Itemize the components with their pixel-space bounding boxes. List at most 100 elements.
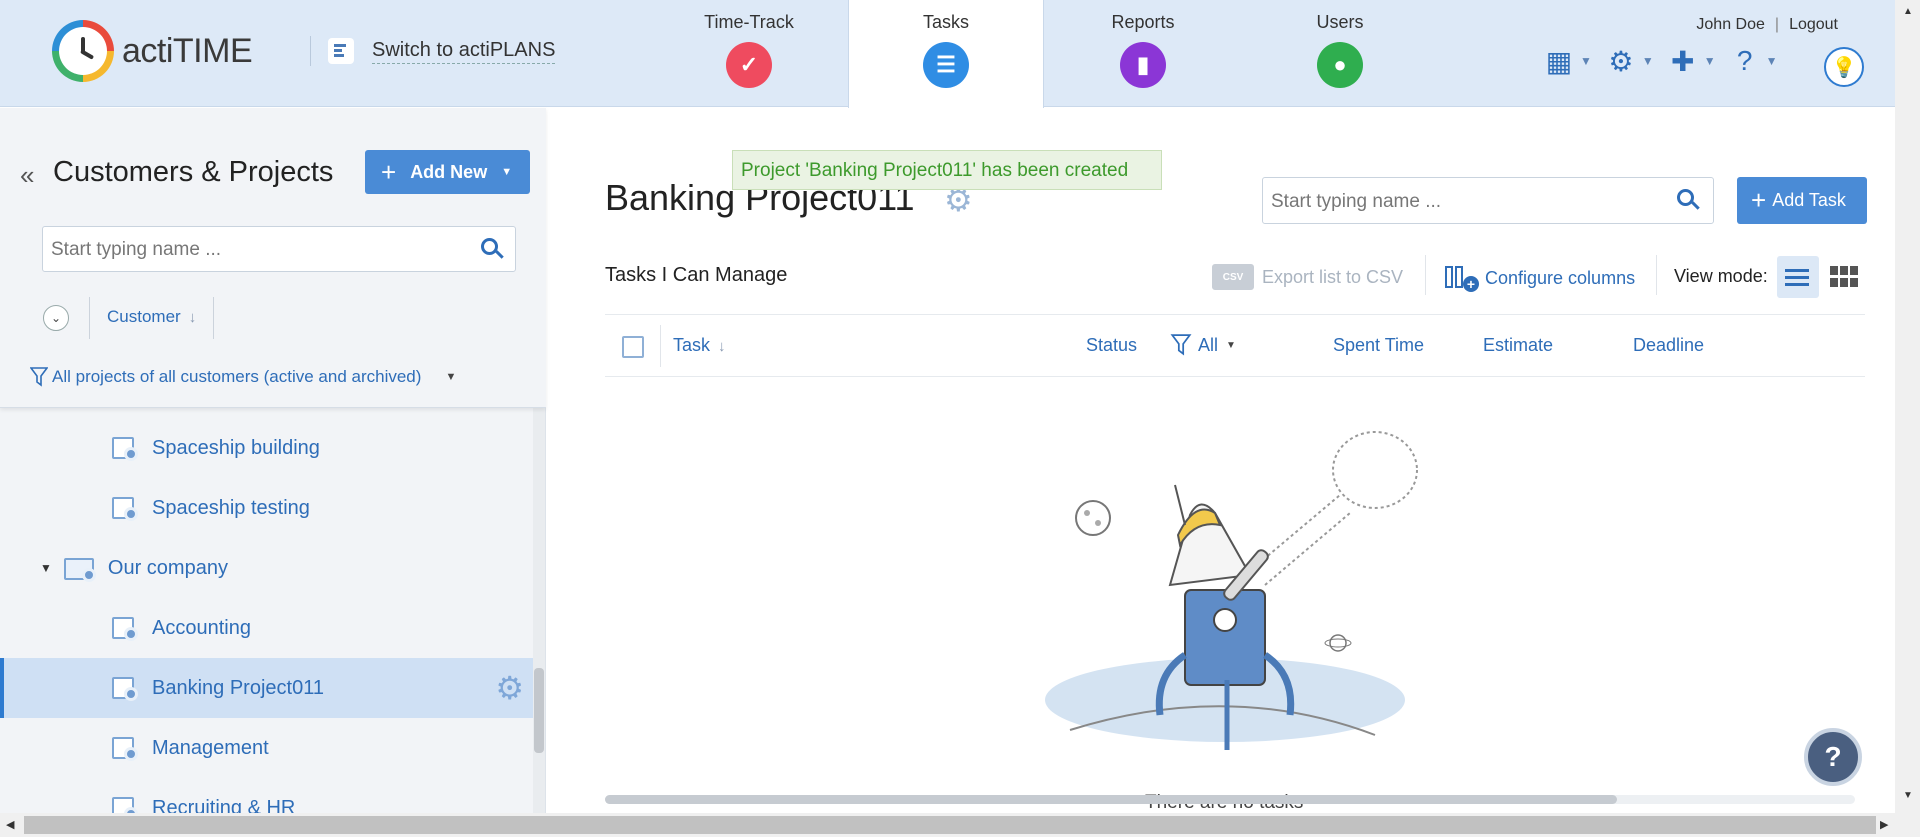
tab-label: Tasks xyxy=(922,12,969,32)
view-mode-label: View mode: xyxy=(1674,266,1768,286)
toolbar-divider xyxy=(1425,255,1426,295)
tree-item-project[interactable]: Recruiting & HR xyxy=(0,778,534,813)
tree-scrollbar[interactable] xyxy=(533,408,545,813)
chevron-down-icon: ▼ xyxy=(1765,54,1778,68)
task-column-header[interactable]: Task ↓ xyxy=(673,335,726,356)
customer-project-tree: Spaceship building Spaceship testing ▼ O… xyxy=(0,408,534,813)
calendar-menu[interactable]: ▦ ▼ xyxy=(1544,46,1592,77)
puzzle-icon: ✚ xyxy=(1671,45,1695,77)
logout-link[interactable]: Logout xyxy=(1789,16,1838,33)
customer-sort-header[interactable]: Customer ↓ xyxy=(107,307,196,327)
scroll-right-arrow-icon[interactable]: ▶ xyxy=(1880,818,1888,831)
search-icon[interactable] xyxy=(1677,189,1700,211)
scroll-left-arrow-icon[interactable]: ◀ xyxy=(6,818,14,831)
customer-folder-icon xyxy=(63,554,98,582)
export-label: Export list to CSV xyxy=(1262,266,1404,287)
search-icon[interactable] xyxy=(481,238,504,260)
list-view-icon[interactable] xyxy=(1777,256,1819,298)
actiplans-icon xyxy=(328,38,354,64)
help-menu[interactable]: ? ▼ xyxy=(1730,45,1778,76)
search-placeholder: Start typing name ... xyxy=(51,239,222,260)
spent-time-column-header[interactable]: Spent Time xyxy=(1333,335,1424,356)
filter-icon xyxy=(30,367,48,387)
settings-menu[interactable]: ⚙ ▼ xyxy=(1606,46,1654,77)
grid-view-icon[interactable] xyxy=(1830,266,1858,288)
customer-search-input[interactable]: Start typing name ... xyxy=(42,226,516,272)
project-filter[interactable]: All projects of all customers (active an… xyxy=(30,366,456,388)
tree-item-project[interactable]: Spaceship building xyxy=(0,418,534,478)
project-label: Management xyxy=(152,736,269,759)
chevron-down-icon: ▼ xyxy=(1226,339,1236,351)
floating-help-button[interactable]: ? xyxy=(1804,728,1862,786)
sort-arrow-icon: ↓ xyxy=(718,338,726,355)
search-placeholder: Start typing name ... xyxy=(1271,191,1442,212)
scrollbar-thumb[interactable] xyxy=(24,816,1876,834)
success-notification: Project 'Banking Project011' has been cr… xyxy=(732,150,1162,190)
panel-title: Customers & Projects xyxy=(53,156,334,188)
window-vertical-scrollbar[interactable]: ▲ ▼ xyxy=(1895,0,1920,813)
customer-label: Our company xyxy=(107,556,228,579)
expand-all-button[interactable]: ⌄ xyxy=(43,305,69,331)
column-divider xyxy=(89,297,90,339)
project-icon xyxy=(112,735,138,761)
status-filter-dropdown[interactable]: All ▼ xyxy=(1170,333,1236,357)
export-csv-button[interactable]: CSV Export list to CSV xyxy=(1212,264,1403,290)
customer-column-label: Customer xyxy=(107,307,181,326)
caret-down-icon[interactable]: ▼ xyxy=(40,561,52,575)
tab-tasks[interactable]: Tasks ☰ xyxy=(848,0,1044,108)
columns-add-icon: + xyxy=(1445,264,1479,292)
tab-users[interactable]: Users ● xyxy=(1242,0,1438,107)
select-all-checkbox[interactable] xyxy=(622,336,644,358)
project-icon xyxy=(112,435,138,461)
addons-menu[interactable]: ✚ ▼ xyxy=(1668,45,1716,77)
tree-item-project-selected[interactable]: Banking Project011 ⚙ xyxy=(0,658,534,718)
user-area: John Doe | Logout xyxy=(1696,16,1838,34)
toolbar-divider xyxy=(1656,255,1657,295)
top-header: actiTIME Switch to actiPLANS Time-Track … xyxy=(0,0,1895,108)
deadline-column-header[interactable]: Deadline xyxy=(1633,335,1704,356)
tree-item-customer[interactable]: ▼ Our company xyxy=(0,538,534,598)
scrollbar-thumb[interactable] xyxy=(605,795,1617,804)
chevron-down-icon: ▼ xyxy=(1641,54,1654,68)
project-label: Recruiting & HR xyxy=(152,796,296,814)
user-name[interactable]: John Doe xyxy=(1696,16,1765,33)
scroll-up-arrow-icon[interactable]: ▲ xyxy=(1903,6,1913,17)
tab-time-track[interactable]: Time-Track ✓ xyxy=(651,0,847,107)
status-column-header[interactable]: Status xyxy=(1086,335,1137,356)
add-task-label: Add Task xyxy=(1772,190,1846,210)
task-search-input[interactable]: Start typing name ... xyxy=(1262,177,1714,224)
chevron-down-icon: ▼ xyxy=(1703,54,1716,68)
configure-label: Configure columns xyxy=(1485,267,1636,288)
tasks-table-header: Task ↓ Status All ▼ Spent Time Estimate D… xyxy=(605,314,1865,377)
switch-to-actiplans-link[interactable]: Switch to actiPLANS xyxy=(328,38,556,64)
add-task-button[interactable]: + Add Task xyxy=(1737,177,1867,224)
project-label: Spaceship building xyxy=(152,436,320,459)
lightbulb-icon[interactable]: 💡 xyxy=(1824,47,1864,87)
actitime-logo[interactable]: actiTIME xyxy=(52,20,253,82)
project-label: Accounting xyxy=(152,616,251,639)
estimate-column-header[interactable]: Estimate xyxy=(1483,335,1553,356)
filter-label: All projects of all customers (active an… xyxy=(52,367,422,386)
tab-reports[interactable]: Reports ▮ xyxy=(1045,0,1241,107)
tab-label: Reports xyxy=(1111,12,1175,32)
project-icon xyxy=(112,795,138,813)
header-divider xyxy=(310,36,311,66)
project-icon xyxy=(112,495,138,521)
collapse-panel-icon[interactable]: « xyxy=(20,160,34,191)
tree-item-project[interactable]: Management xyxy=(0,718,534,778)
tree-item-project[interactable]: Accounting xyxy=(0,598,534,658)
plus-icon: + xyxy=(1751,185,1767,215)
tasks-section-label: Tasks I Can Manage xyxy=(605,264,788,286)
scroll-down-arrow-icon[interactable]: ▼ xyxy=(1903,790,1913,801)
check-icon: ✓ xyxy=(726,40,778,88)
scrollbar-thumb[interactable] xyxy=(534,668,544,753)
add-new-button[interactable]: + Add New ▼ xyxy=(365,150,530,194)
window-horizontal-scrollbar[interactable]: ◀ ▶ xyxy=(0,813,1920,837)
header-tools: ▦ ▼ ⚙ ▼ ✚ ▼ ? ▼ xyxy=(1544,45,1792,77)
plus-icon: + xyxy=(381,156,397,187)
gear-icon[interactable]: ⚙ xyxy=(495,672,524,704)
configure-columns-button[interactable]: + Configure columns xyxy=(1445,264,1635,292)
table-horizontal-scrollbar[interactable] xyxy=(605,795,1855,804)
tree-item-project[interactable]: Spaceship testing xyxy=(0,478,534,538)
project-label: Banking Project011 xyxy=(152,676,324,699)
